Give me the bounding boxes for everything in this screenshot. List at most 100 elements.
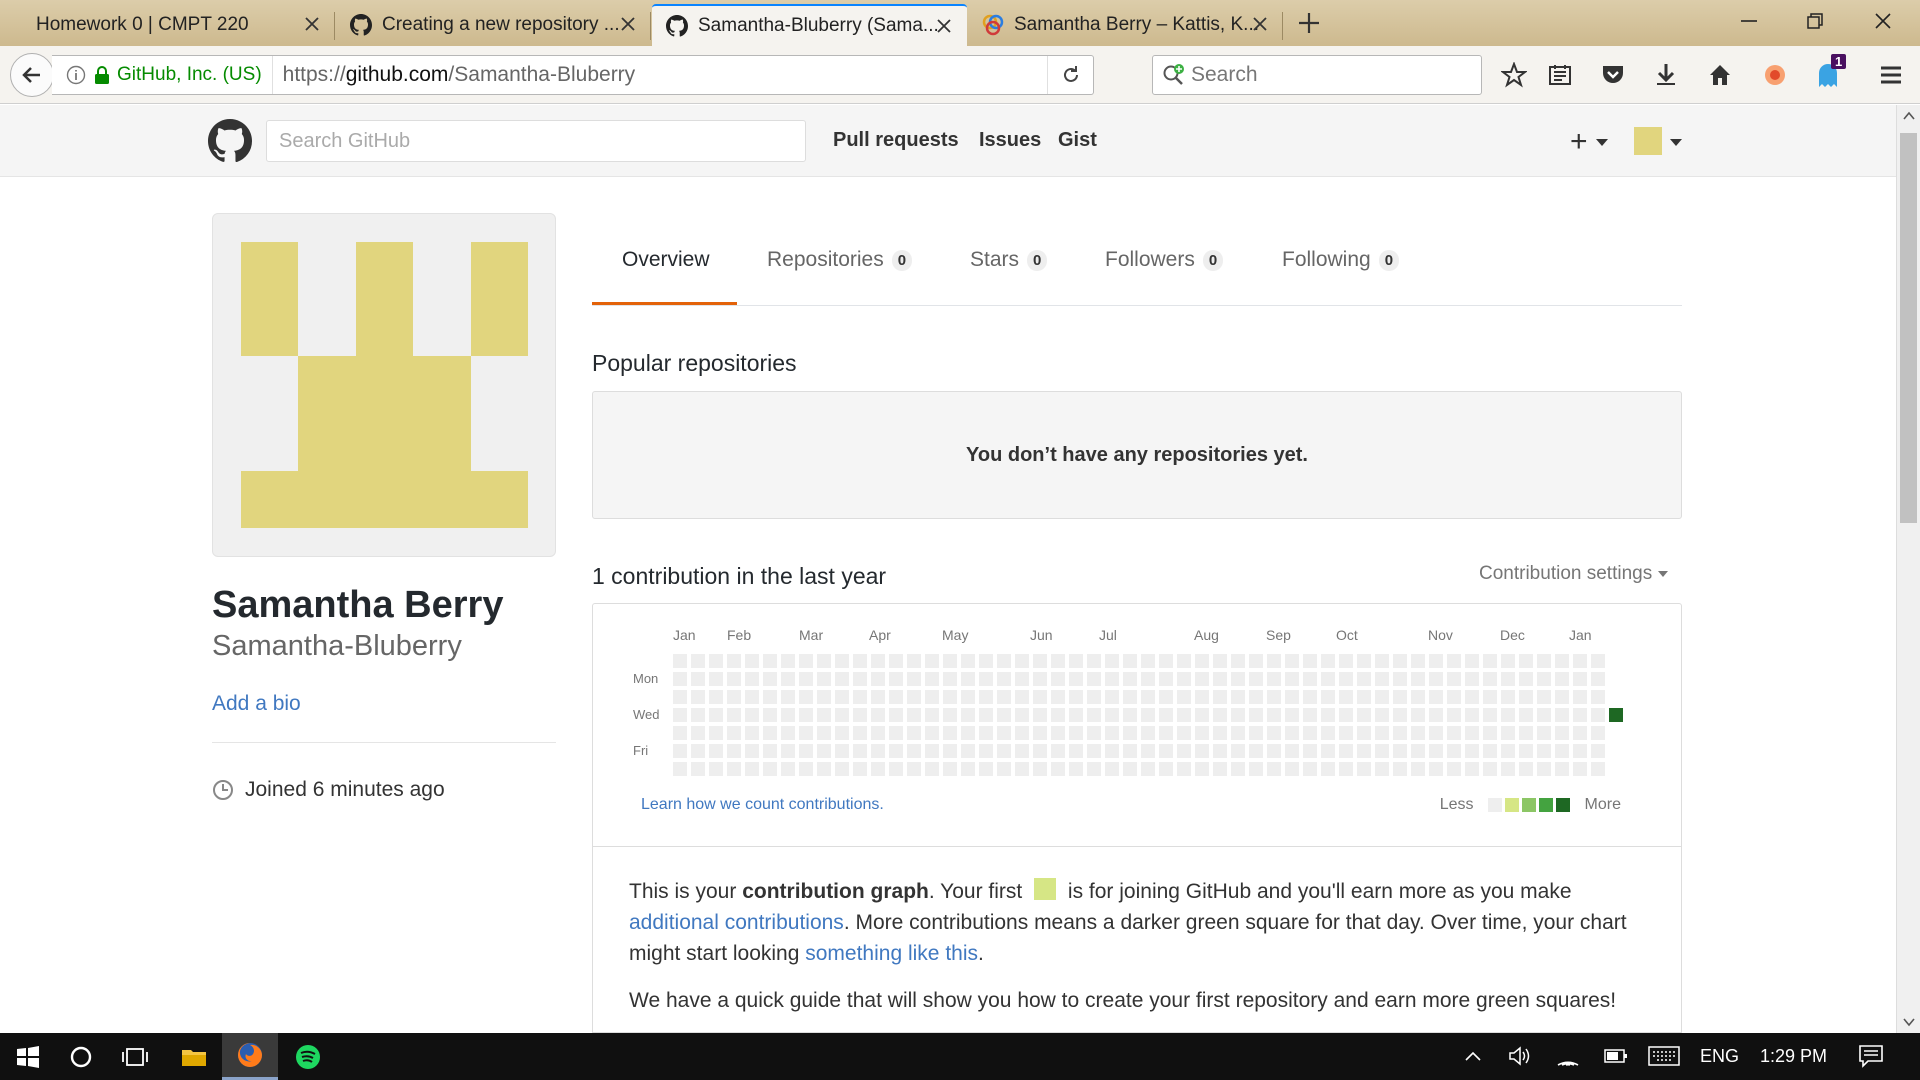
calendar-day[interactable] xyxy=(1087,690,1101,704)
nav-gist[interactable]: Gist xyxy=(1058,129,1097,152)
calendar-day[interactable] xyxy=(1573,672,1587,686)
calendar-day[interactable] xyxy=(1321,672,1335,686)
calendar-day[interactable] xyxy=(853,762,867,776)
calendar-day[interactable] xyxy=(1141,690,1155,704)
menu-hamburger-icon[interactable] xyxy=(1876,60,1906,90)
calendar-day[interactable] xyxy=(1411,708,1425,722)
calendar-day[interactable] xyxy=(1519,654,1533,668)
calendar-day[interactable] xyxy=(1195,708,1209,722)
calendar-day[interactable] xyxy=(1393,690,1407,704)
calendar-day[interactable] xyxy=(1267,744,1281,758)
calendar-day[interactable] xyxy=(1555,690,1569,704)
calendar-day[interactable] xyxy=(1069,762,1083,776)
calendar-day[interactable] xyxy=(1087,672,1101,686)
calendar-day[interactable] xyxy=(781,762,795,776)
calendar-day[interactable] xyxy=(709,762,723,776)
calendar-day[interactable] xyxy=(889,708,903,722)
github-search-input[interactable]: Search GitHub xyxy=(266,120,806,162)
calendar-day[interactable] xyxy=(1609,654,1623,668)
calendar-day[interactable] xyxy=(853,654,867,668)
calendar-day[interactable] xyxy=(1015,708,1029,722)
calendar-day[interactable] xyxy=(1015,690,1029,704)
calendar-day[interactable] xyxy=(871,690,885,704)
calendar-day[interactable] xyxy=(1105,762,1119,776)
calendar-day[interactable] xyxy=(1213,726,1227,740)
calendar-day[interactable] xyxy=(1555,654,1569,668)
calendar-day[interactable] xyxy=(799,708,813,722)
calendar-day[interactable] xyxy=(1555,672,1569,686)
calendar-day[interactable] xyxy=(745,654,759,668)
calendar-day[interactable] xyxy=(1321,726,1335,740)
calendar-day[interactable] xyxy=(817,762,831,776)
calendar-day[interactable] xyxy=(1267,654,1281,668)
user-avatar-menu[interactable] xyxy=(1634,127,1662,155)
calendar-day[interactable] xyxy=(691,726,705,740)
calendar-day[interactable] xyxy=(1447,708,1461,722)
calendar-day[interactable] xyxy=(1339,726,1353,740)
calendar-day[interactable] xyxy=(1087,726,1101,740)
calendar-day[interactable] xyxy=(1159,762,1173,776)
calendar-day[interactable] xyxy=(1249,762,1263,776)
calendar-day[interactable] xyxy=(691,690,705,704)
calendar-day[interactable] xyxy=(1015,726,1029,740)
calendar-day[interactable] xyxy=(1177,690,1191,704)
calendar-day[interactable] xyxy=(1537,690,1551,704)
calendar-day[interactable] xyxy=(1213,690,1227,704)
calendar-day[interactable] xyxy=(745,726,759,740)
calendar-day[interactable] xyxy=(763,690,777,704)
calendar-day[interactable] xyxy=(1087,654,1101,668)
calendar-day[interactable] xyxy=(1357,690,1371,704)
calendar-day[interactable] xyxy=(1213,744,1227,758)
calendar-day[interactable] xyxy=(1069,708,1083,722)
calendar-day[interactable] xyxy=(943,708,957,722)
calendar-day[interactable] xyxy=(943,726,957,740)
calendar-day[interactable] xyxy=(763,654,777,668)
calendar-day[interactable] xyxy=(1249,690,1263,704)
calendar-day[interactable] xyxy=(691,744,705,758)
bookmark-star-icon[interactable] xyxy=(1499,60,1529,90)
tab-followers[interactable]: Followers 0 xyxy=(1105,248,1224,272)
calendar-day[interactable] xyxy=(1123,762,1137,776)
browser-tab-profile[interactable]: Samantha-Bluberry (Sama... xyxy=(652,4,967,46)
learn-contributions-link[interactable]: Learn how we count contributions. xyxy=(641,796,884,814)
calendar-day[interactable] xyxy=(1033,744,1047,758)
restore-icon[interactable] xyxy=(1800,8,1830,34)
calendar-day[interactable] xyxy=(1483,708,1497,722)
calendar-day[interactable] xyxy=(1483,690,1497,704)
calendar-day[interactable] xyxy=(1537,708,1551,722)
calendar-day[interactable] xyxy=(1483,762,1497,776)
calendar-day[interactable] xyxy=(727,726,741,740)
calendar-day[interactable] xyxy=(871,762,885,776)
calendar-day[interactable] xyxy=(889,654,903,668)
calendar-day[interactable] xyxy=(1213,762,1227,776)
calendar-day[interactable] xyxy=(1411,762,1425,776)
url-bar[interactable]: GitHub, Inc. (US) https://github.com/Sam… xyxy=(52,55,1094,95)
calendar-day[interactable] xyxy=(1069,654,1083,668)
calendar-day[interactable] xyxy=(1141,708,1155,722)
wifi-icon[interactable] xyxy=(1556,1045,1580,1067)
calendar-day[interactable] xyxy=(853,744,867,758)
calendar-day[interactable] xyxy=(709,744,723,758)
calendar-day[interactable] xyxy=(1591,690,1605,704)
calendar-day[interactable] xyxy=(925,726,939,740)
calendar-day[interactable] xyxy=(1303,726,1317,740)
calendar-day[interactable] xyxy=(1411,726,1425,740)
calendar-day[interactable] xyxy=(1555,744,1569,758)
calendar-day[interactable] xyxy=(1447,726,1461,740)
calendar-day[interactable] xyxy=(1609,690,1623,704)
calendar-day[interactable] xyxy=(1501,708,1515,722)
calendar-day[interactable] xyxy=(1159,726,1173,740)
profile-avatar[interactable] xyxy=(212,213,556,557)
calendar-day[interactable] xyxy=(691,672,705,686)
calendar-day[interactable] xyxy=(1195,762,1209,776)
calendar-day[interactable] xyxy=(1465,708,1479,722)
calendar-day[interactable] xyxy=(1591,672,1605,686)
calendar-day[interactable] xyxy=(1447,690,1461,704)
calendar-day[interactable] xyxy=(727,654,741,668)
calendar-day[interactable] xyxy=(1105,672,1119,686)
calendar-day[interactable] xyxy=(1087,762,1101,776)
calendar-day[interactable] xyxy=(781,690,795,704)
calendar-day[interactable] xyxy=(799,762,813,776)
calendar-day[interactable] xyxy=(709,672,723,686)
calendar-day[interactable] xyxy=(799,654,813,668)
